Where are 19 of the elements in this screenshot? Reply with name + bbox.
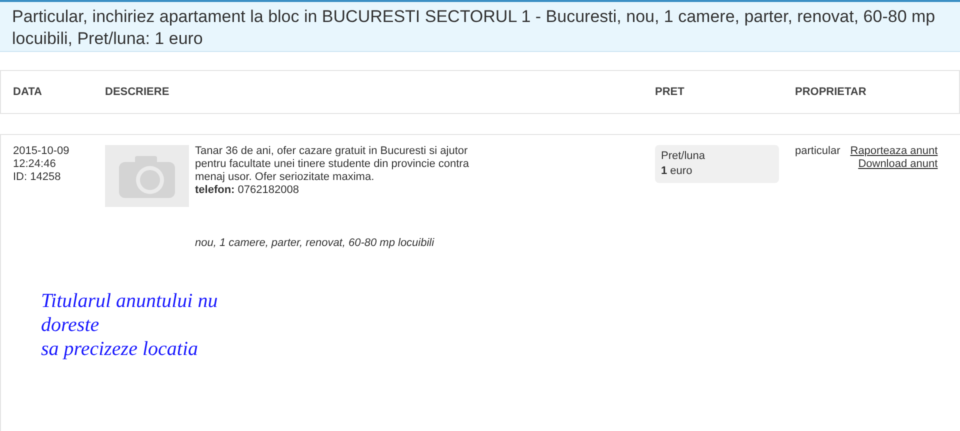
location-note: doreste [41,313,100,337]
features-text: nou, 1 camere, parter, renovat, 60-80 mp locuibili [195,237,436,249]
column-header: PROPRIETAR [795,86,868,98]
listing-title: Particular, inchiriez apartament la bloc in BUCURESTI SECTORUL 1 - Bucuresti, nou, 1 camere, parter, renovat, 60-80 mp locuibili, Pret/luna: 1 euro [12,6,936,50]
owner-text: particular [795,145,840,159]
location-note: sa precizeze locatia [41,337,200,361]
column-header: DESCRIERE [105,86,170,98]
id-text: ID: 14258 [13,171,62,184]
description-text: Tanar 36 de ani, ofer cazare gratuit in Bucuresti si ajutor pentru facultate unei tinere studente din provincie contra menaj usor. Ofer seriozitate maxima. [195,145,470,184]
column-header: DATA [13,86,43,98]
column-header: PRET [655,86,686,98]
date-text: 2015-10-09 [13,145,70,158]
price-box: Pret/luna 1 euro [655,145,779,183]
time-text: 12:24:46 [13,158,57,171]
phone-text: telefon: 0762182008 [195,184,300,197]
action-link[interactable]: Raporteaza anunt [850,145,938,158]
camera-icon [105,145,189,207]
action-link[interactable]: Download anunt [858,158,938,171]
location-note: Titularul anuntului nu [41,289,219,313]
